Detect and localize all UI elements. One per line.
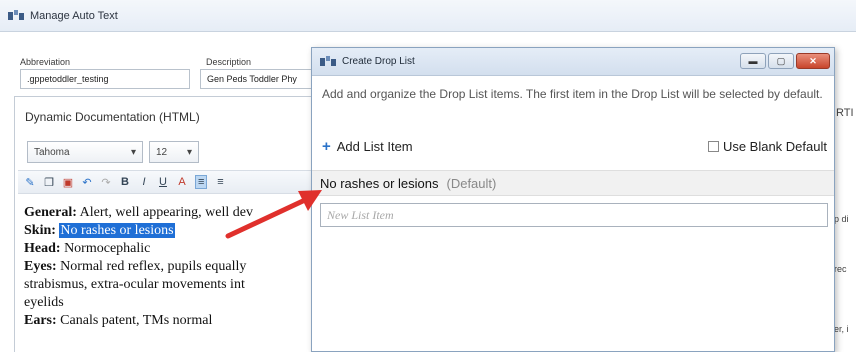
ears-text: Canals patent, TMs normal bbox=[60, 313, 213, 328]
underline-icon[interactable]: U bbox=[157, 176, 169, 188]
main-titlebar: Manage Auto Text bbox=[0, 0, 856, 32]
abbreviation-label: Abbreviation bbox=[20, 57, 71, 67]
eyes-text: Normal red reflex, pupils equally bbox=[60, 259, 247, 274]
minimize-button[interactable]: ▬ bbox=[740, 53, 766, 69]
dialog-title: Create Drop List bbox=[342, 56, 415, 67]
bold-icon[interactable]: B bbox=[119, 176, 131, 188]
list-item[interactable]: No rashes or lesions (Default) bbox=[312, 170, 834, 196]
list-item-text: No rashes or lesions bbox=[320, 175, 439, 191]
chevron-down-icon: ▾ bbox=[130, 146, 136, 158]
undo-icon[interactable]: ↶ bbox=[81, 176, 93, 189]
font-size-select[interactable]: 12 ▾ bbox=[149, 141, 199, 163]
font-family-value: Tahoma bbox=[34, 146, 70, 158]
right-clip-text-3: er, i bbox=[834, 324, 849, 334]
head-label: Head: bbox=[24, 241, 61, 256]
window-controls: ▬ ▢ ✕ bbox=[740, 53, 830, 69]
general-label: General: bbox=[24, 205, 77, 220]
description-input[interactable] bbox=[200, 69, 312, 89]
note-line-general: General: Alert, well appearing, well dev bbox=[24, 204, 316, 222]
general-text: Alert, well appearing, well dev bbox=[79, 205, 253, 220]
font-size-value: 12 bbox=[156, 146, 168, 158]
minimize-icon: ▬ bbox=[748, 56, 758, 66]
new-list-item-input[interactable] bbox=[320, 203, 828, 227]
checkbox-box[interactable] bbox=[707, 141, 719, 152]
main-window-title: Manage Auto Text bbox=[30, 9, 118, 22]
description-label: Description bbox=[206, 57, 252, 67]
eyes-label: Eyes: bbox=[24, 259, 57, 274]
app-icon bbox=[320, 55, 336, 66]
close-icon: ✕ bbox=[809, 55, 817, 66]
maximize-icon: ▢ bbox=[776, 55, 786, 66]
close-button[interactable]: ✕ bbox=[796, 53, 830, 69]
right-clip-text-1: p di bbox=[834, 214, 849, 224]
copy-icon[interactable]: ❐ bbox=[43, 176, 55, 189]
skin-text-selected[interactable]: No rashes or lesions bbox=[59, 223, 175, 238]
use-blank-default-label: Use Blank Default bbox=[722, 139, 827, 154]
right-clip-text-2: rec bbox=[834, 264, 847, 274]
dialog-titlebar[interactable]: Create Drop List ▬ ▢ ✕ bbox=[312, 48, 834, 76]
align-left-icon[interactable]: ≡ bbox=[195, 175, 208, 189]
insert-link-icon[interactable]: ✎ bbox=[24, 176, 36, 189]
note-line-eyes-3: eyelids bbox=[24, 295, 64, 310]
editor-header: Dynamic Documentation (HTML) bbox=[25, 110, 200, 124]
use-blank-default-checkbox[interactable]: Use Blank Default bbox=[707, 139, 827, 154]
note-line-eyes: Eyes: Normal red reflex, pupils equally bbox=[24, 258, 316, 276]
note-body[interactable]: General: Alert, well appearing, well dev… bbox=[24, 204, 316, 330]
plus-icon: + bbox=[322, 138, 331, 155]
create-drop-list-dialog: Create Drop List ▬ ▢ ✕ Add and organize … bbox=[311, 47, 835, 352]
note-line-ears: Ears: Canals patent, TMs normal bbox=[24, 312, 316, 330]
italic-icon[interactable]: I bbox=[138, 176, 150, 188]
chevron-down-icon: ▾ bbox=[186, 146, 192, 158]
font-toolbar: Tahoma ▾ 12 ▾ bbox=[27, 141, 199, 163]
format-toolbar: ✎ ❐ ▣ ↶ ↷ B I U A ≡ ≡ bbox=[18, 170, 318, 194]
note-line-head: Head: Normocephalic bbox=[24, 240, 316, 258]
head-text: Normocephalic bbox=[64, 241, 151, 256]
add-list-item-label: Add List Item bbox=[336, 139, 413, 154]
default-tag: (Default) bbox=[446, 175, 497, 191]
note-line-skin: Skin: No rashes or lesions bbox=[24, 222, 316, 240]
dialog-actions-row: + Add List Item Use Blank Default bbox=[322, 138, 827, 155]
ears-label: Ears: bbox=[24, 313, 57, 328]
abbreviation-input[interactable] bbox=[20, 69, 190, 89]
right-clip-header: RTI bbox=[836, 107, 854, 119]
font-family-select[interactable]: Tahoma ▾ bbox=[27, 141, 143, 163]
dialog-description: Add and organize the Drop List items. Th… bbox=[322, 87, 823, 101]
redo-icon[interactable]: ↷ bbox=[100, 176, 112, 189]
font-color-icon[interactable]: A bbox=[176, 176, 188, 188]
add-list-item-button[interactable]: + Add List Item bbox=[322, 138, 413, 155]
maximize-button[interactable]: ▢ bbox=[768, 53, 794, 69]
paste-icon[interactable]: ▣ bbox=[62, 176, 74, 189]
align-center-icon[interactable]: ≡ bbox=[214, 176, 226, 188]
skin-label: Skin: bbox=[24, 223, 56, 238]
note-line-eyes-2: strabismus, extra-ocular movements int bbox=[24, 277, 245, 292]
app-icon bbox=[8, 9, 24, 20]
